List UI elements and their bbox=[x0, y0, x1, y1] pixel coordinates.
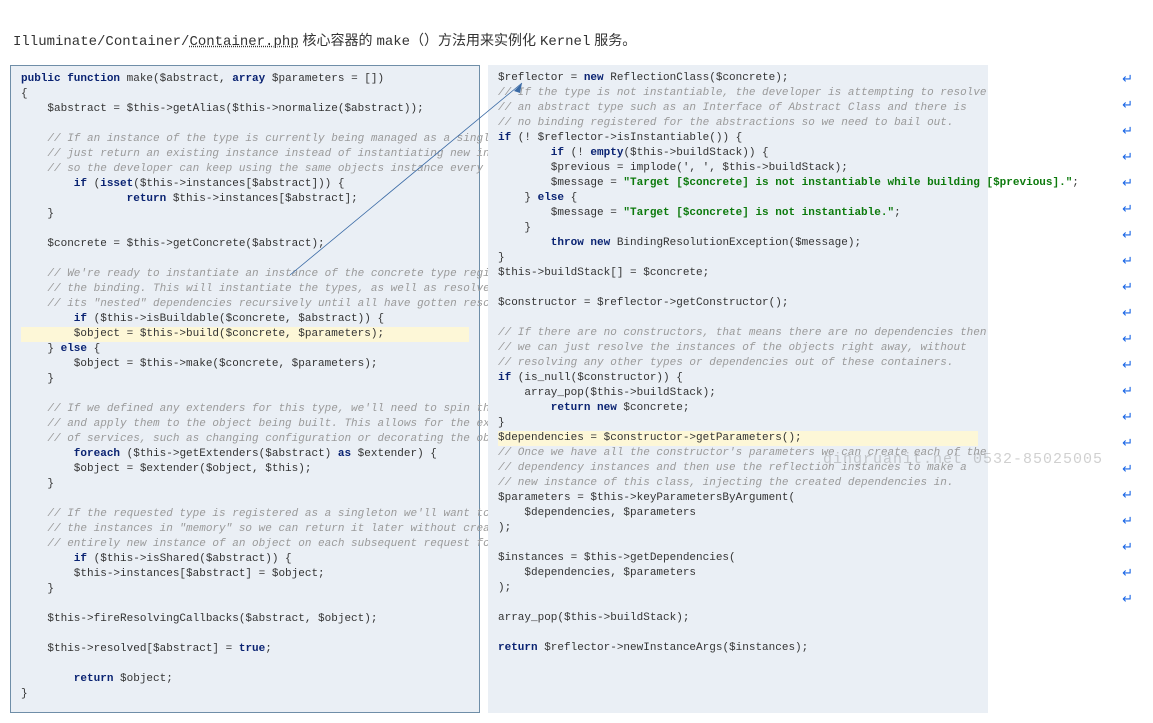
heading-zh3: 服务。 bbox=[590, 32, 636, 48]
arrow-icon: ↵ bbox=[1122, 97, 1133, 113]
arrow-icon: ↵ bbox=[1122, 539, 1133, 555]
heading-zh2: 方法用来实例化 bbox=[438, 32, 540, 48]
heading-kernel: Kernel bbox=[540, 34, 590, 50]
arrow-icon: ↵ bbox=[1122, 71, 1133, 87]
left-code: public function make($abstract, array $p… bbox=[21, 72, 469, 702]
arrow-icon: ↵ bbox=[1122, 487, 1133, 503]
arrow-icon: ↵ bbox=[1122, 565, 1133, 581]
arrow-icon: ↵ bbox=[1122, 435, 1133, 451]
heading-make: make（） bbox=[376, 34, 438, 50]
arrow-icon: ↵ bbox=[1122, 175, 1133, 191]
left-code-pane: public function make($abstract, array $p… bbox=[10, 65, 480, 713]
arrow-icon: ↵ bbox=[1122, 279, 1133, 295]
right-code: $reflector = new ReflectionClass($concre… bbox=[498, 71, 978, 656]
linebreak-arrows: ↵ ↵ ↵ ↵ ↵ ↵ ↵ ↵ ↵ ↵ ↵ ↵ ↵ ↵ ↵ ↵ ↵ ↵ ↵ ↵ … bbox=[1122, 71, 1133, 607]
watermark: qingruanit.net 0532-85025005 bbox=[823, 451, 1103, 468]
right-code-pane: $reflector = new ReflectionClass($concre… bbox=[488, 65, 988, 713]
page-heading: Illuminate/Container/Container.php 核心容器的… bbox=[13, 30, 1143, 50]
arrow-icon: ↵ bbox=[1122, 123, 1133, 139]
arrow-icon: ↵ bbox=[1122, 253, 1133, 269]
arrow-icon: ↵ bbox=[1122, 357, 1133, 373]
heading-zh1: 核心容器的 bbox=[299, 32, 377, 48]
arrow-icon: ↵ bbox=[1122, 383, 1133, 399]
arrow-icon: ↵ bbox=[1122, 149, 1133, 165]
arrow-icon: ↵ bbox=[1122, 513, 1133, 529]
path-prefix: Illuminate/Container/ bbox=[13, 34, 189, 50]
arrow-icon: ↵ bbox=[1122, 331, 1133, 347]
arrow-icon: ↵ bbox=[1122, 305, 1133, 321]
arrow-icon: ↵ bbox=[1122, 461, 1133, 477]
arrow-icon: ↵ bbox=[1122, 227, 1133, 243]
arrow-icon: ↵ bbox=[1122, 591, 1133, 607]
path-file: Container.php bbox=[189, 34, 298, 50]
arrow-icon: ↵ bbox=[1122, 409, 1133, 425]
arrow-icon: ↵ bbox=[1122, 201, 1133, 217]
code-columns: public function make($abstract, array $p… bbox=[10, 65, 1143, 713]
